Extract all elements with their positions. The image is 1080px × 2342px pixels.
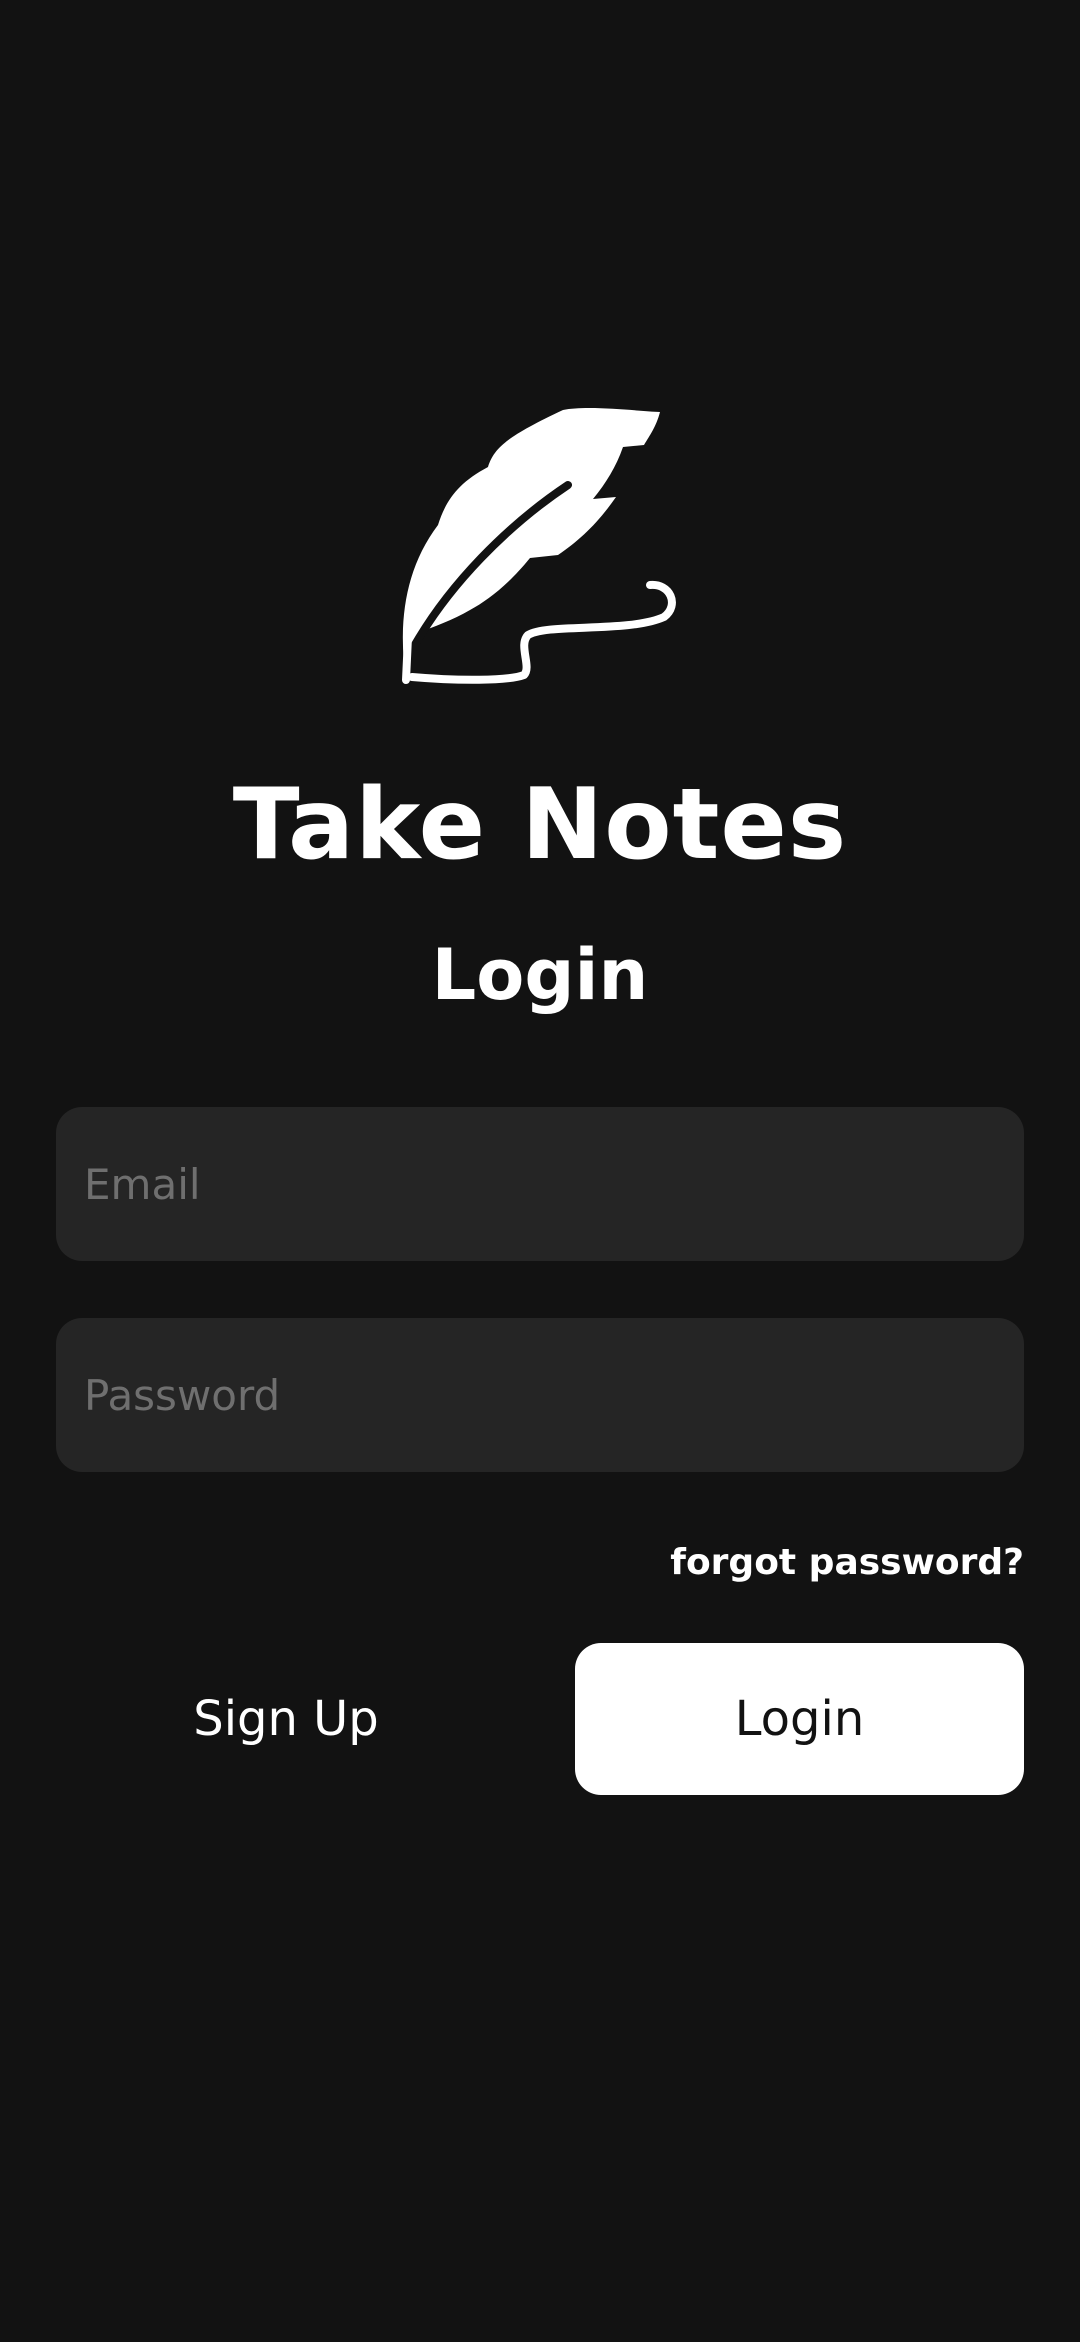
login-screen: Take Notes Login forgot password? Sign U… [0,0,1080,2342]
page-title: Login [431,934,649,1016]
email-field[interactable] [56,1107,1024,1261]
password-field[interactable] [56,1318,1024,1472]
login-button-label: Login [734,1691,865,1747]
login-button[interactable]: Login [575,1643,1024,1795]
sign-up-button-label: Sign Up [193,1691,379,1747]
feather-quill-icon [398,405,678,685]
sign-up-button[interactable]: Sign Up [56,1643,516,1795]
forgot-password-link[interactable]: forgot password? [670,1538,1024,1588]
app-title: Take Notes [232,768,848,882]
